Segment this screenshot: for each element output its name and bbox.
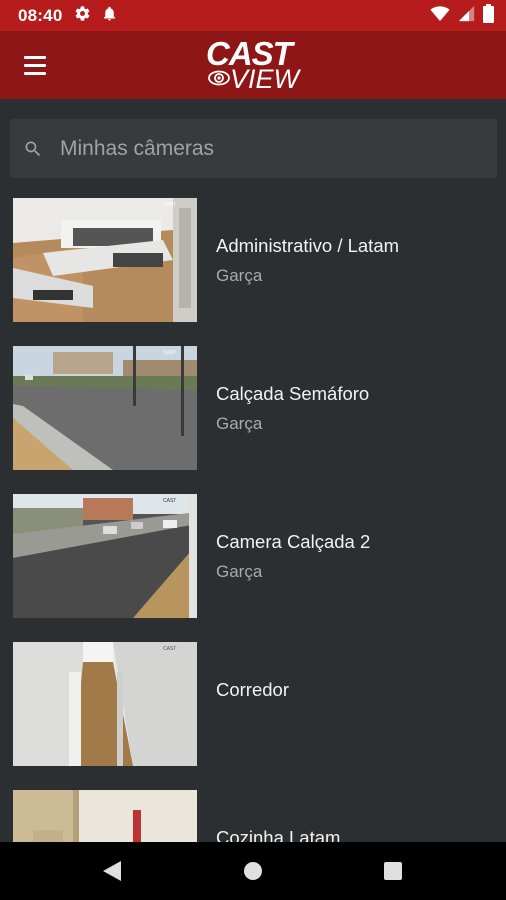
notification-bell-icon <box>101 5 118 27</box>
svg-text:CAST: CAST <box>163 350 176 356</box>
camera-thumbnail: CAST <box>13 198 197 322</box>
status-time: 08:40 <box>18 5 63 25</box>
status-icons-right <box>430 3 494 28</box>
search-input[interactable] <box>60 133 480 165</box>
cell-signal-icon <box>458 5 475 27</box>
camera-location: Garça <box>216 414 263 433</box>
eye-icon <box>208 70 230 91</box>
camera-location: Garça <box>216 562 263 581</box>
back-triangle-icon[interactable] <box>101 859 123 888</box>
camera-thumbnail: CAST <box>13 494 197 618</box>
battery-icon <box>483 3 494 28</box>
camera-name: Calçada Semáforo <box>216 383 370 404</box>
hamburger-menu-icon[interactable] <box>16 50 54 80</box>
search-icon <box>23 139 43 164</box>
camera-list-item[interactable]: CAST Administrativo / Latam Garça <box>0 196 506 324</box>
camera-list-item[interactable]: CAST Camera Calçada 2 Garça <box>0 492 506 620</box>
castview-logo: CAST VIEW <box>204 37 316 94</box>
status-icons-left <box>74 5 118 27</box>
svg-text:CAST: CAST <box>163 646 176 652</box>
camera-name: Corredor <box>216 679 289 700</box>
camera-thumbnail: CAST <box>13 642 197 766</box>
camera-name: Camera Calçada 2 <box>216 531 371 552</box>
logo-text-bottom: VIEW <box>230 64 300 94</box>
camera-thumbnail: CAST <box>13 346 197 470</box>
app-bar: CAST VIEW <box>0 31 506 99</box>
gear-icon <box>74 5 91 27</box>
svg-text:CAST: CAST <box>163 202 176 208</box>
wifi-icon <box>430 5 450 27</box>
camera-list-item[interactable]: CAST Calçada Semáforo Garça <box>0 344 506 472</box>
camera-name: Administrativo / Latam <box>216 235 400 256</box>
system-nav-bar <box>0 842 506 900</box>
camera-list-item[interactable]: CAST Corredor <box>0 640 506 768</box>
search-bar[interactable] <box>10 119 497 178</box>
home-circle-icon[interactable] <box>243 861 263 886</box>
recents-square-icon[interactable] <box>384 862 402 885</box>
camera-location: Garça <box>216 266 263 285</box>
app-screen: 08:40 CAST VIEW Minhas câmeras CAST Admi… <box>0 0 506 900</box>
svg-text:CAST: CAST <box>163 498 176 504</box>
status-bar: 08:40 <box>0 0 506 31</box>
